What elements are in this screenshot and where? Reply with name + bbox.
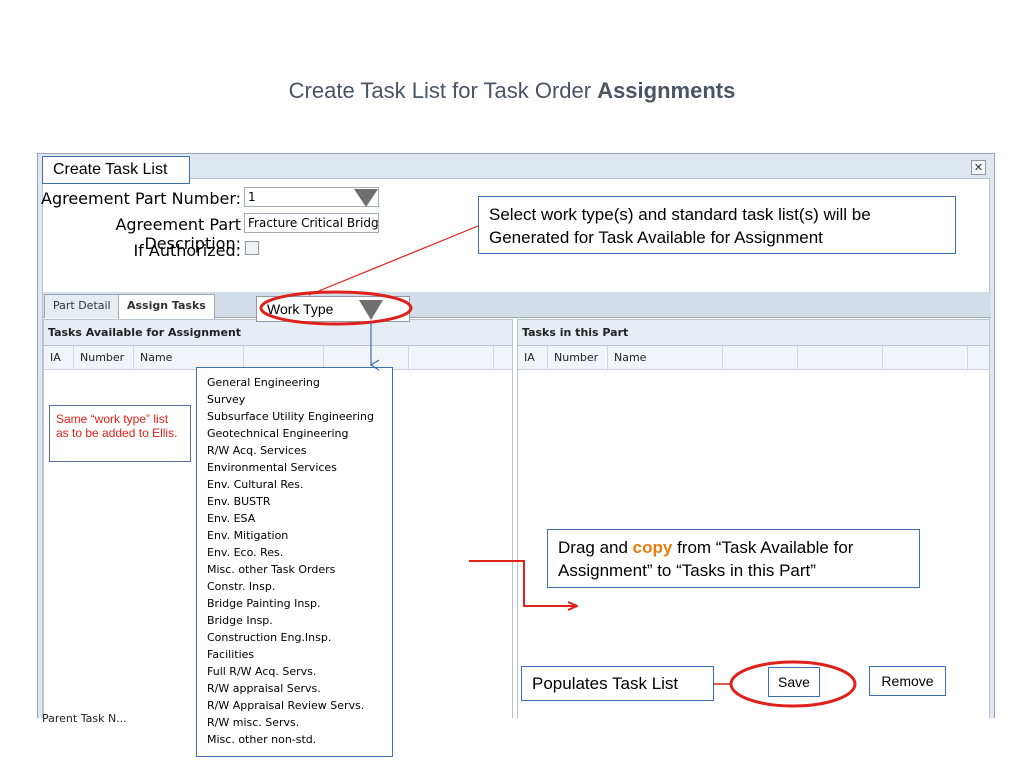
drag-copy-callout: Drag and copy from “Task Available for A… bbox=[547, 529, 920, 588]
work-type-dropdown-arrow-icon[interactable] bbox=[359, 300, 383, 320]
work-type-option[interactable]: Facilities bbox=[207, 646, 382, 663]
work-type-option[interactable]: Full R/W Acq. Servs. bbox=[207, 663, 382, 680]
slide-title-bold: Assignments bbox=[597, 78, 736, 103]
work-type-option[interactable]: Misc. other non-std. bbox=[207, 731, 382, 748]
work-type-dropdown[interactable]: Work Type bbox=[256, 296, 410, 322]
agreement-part-number-label: Agreement Part Number: bbox=[41, 189, 241, 208]
work-type-option[interactable]: Env. ESA bbox=[207, 510, 382, 527]
drag-text-before: Drag and bbox=[558, 538, 633, 557]
work-type-label: Work Type bbox=[267, 301, 334, 317]
column-number[interactable]: Number bbox=[548, 346, 608, 370]
remove-button[interactable]: Remove bbox=[869, 666, 946, 696]
tab-bar: Part Detail Assign Tasks bbox=[43, 292, 991, 319]
work-type-option[interactable]: Env. BUSTR bbox=[207, 493, 382, 510]
tasks-in-part-column-header: IA Number Name bbox=[518, 346, 989, 370]
agreement-part-description-field[interactable]: Fracture Critical Bridge bbox=[244, 213, 379, 233]
close-icon[interactable]: ✕ bbox=[971, 160, 986, 175]
work-type-option[interactable]: Construction Eng.Insp. bbox=[207, 629, 382, 646]
work-type-option[interactable]: Subsurface Utility Engineering bbox=[207, 408, 382, 425]
work-type-option[interactable]: Survey bbox=[207, 391, 382, 408]
work-type-options: General Engineering Survey Subsurface Util… bbox=[207, 374, 382, 748]
work-type-options-list[interactable]: General Engineering Survey Subsurface Util… bbox=[196, 367, 393, 757]
column-ia[interactable]: IA bbox=[518, 346, 548, 370]
work-type-option[interactable]: Constr. Insp. bbox=[207, 578, 382, 595]
select-work-type-callout: Select work type(s) and standard task li… bbox=[478, 196, 956, 254]
drag-text-copy: copy bbox=[632, 538, 673, 557]
work-type-option[interactable]: Env. Mitigation bbox=[207, 527, 382, 544]
if-authorized-checkbox[interactable] bbox=[245, 241, 259, 255]
work-type-option[interactable]: Bridge Insp. bbox=[207, 612, 382, 629]
parent-task-label: Parent Task N... bbox=[42, 712, 127, 725]
slide-title: Create Task List for Task Order Assignme… bbox=[0, 78, 1024, 104]
work-type-option[interactable]: Env. Cultural Res. bbox=[207, 476, 382, 493]
work-type-option[interactable]: Geotechnical Engineering bbox=[207, 425, 382, 442]
work-type-option[interactable]: Misc. other Task Orders bbox=[207, 561, 382, 578]
column-number[interactable]: Number bbox=[74, 346, 134, 370]
column-name[interactable]: Name bbox=[608, 346, 723, 370]
work-type-option[interactable]: R/W Appraisal Review Servs. bbox=[207, 697, 382, 714]
work-type-option[interactable]: General Engineering bbox=[207, 374, 382, 391]
column-blank bbox=[409, 346, 494, 370]
work-type-option[interactable]: R/W Acq. Services bbox=[207, 442, 382, 459]
create-task-list-callout: Create Task List bbox=[42, 156, 190, 184]
save-button[interactable]: Save bbox=[768, 667, 820, 697]
same-work-type-note: Same “work type” list as to be added to … bbox=[49, 405, 191, 462]
tab-part-detail[interactable]: Part Detail bbox=[44, 294, 120, 318]
work-type-option[interactable]: Bridge Painting Insp. bbox=[207, 595, 382, 612]
column-blank bbox=[883, 346, 968, 370]
column-ia[interactable]: IA bbox=[44, 346, 74, 370]
tasks-in-part-title: Tasks in this Part bbox=[518, 320, 989, 346]
agreement-part-number-dropdown-arrow-icon[interactable] bbox=[354, 189, 378, 207]
populates-task-list-callout: Populates Task List bbox=[521, 666, 714, 701]
work-type-option[interactable]: Env. Eco. Res. bbox=[207, 544, 382, 561]
column-blank bbox=[798, 346, 883, 370]
work-type-option[interactable]: R/W misc. Servs. bbox=[207, 714, 382, 731]
tab-assign-tasks[interactable]: Assign Tasks bbox=[118, 294, 215, 319]
work-type-option[interactable]: Environmental Services bbox=[207, 459, 382, 476]
tasks-available-title: Tasks Available for Assignment bbox=[44, 320, 512, 346]
work-type-option[interactable]: R/W appraisal Servs. bbox=[207, 680, 382, 697]
slide-title-regular: Create Task List for Task Order bbox=[288, 78, 598, 103]
if-authorized-label: If Authorized: bbox=[133, 241, 241, 260]
tasks-in-part-panel: Tasks in this Part IA Number Name bbox=[517, 319, 990, 718]
column-blank bbox=[723, 346, 798, 370]
